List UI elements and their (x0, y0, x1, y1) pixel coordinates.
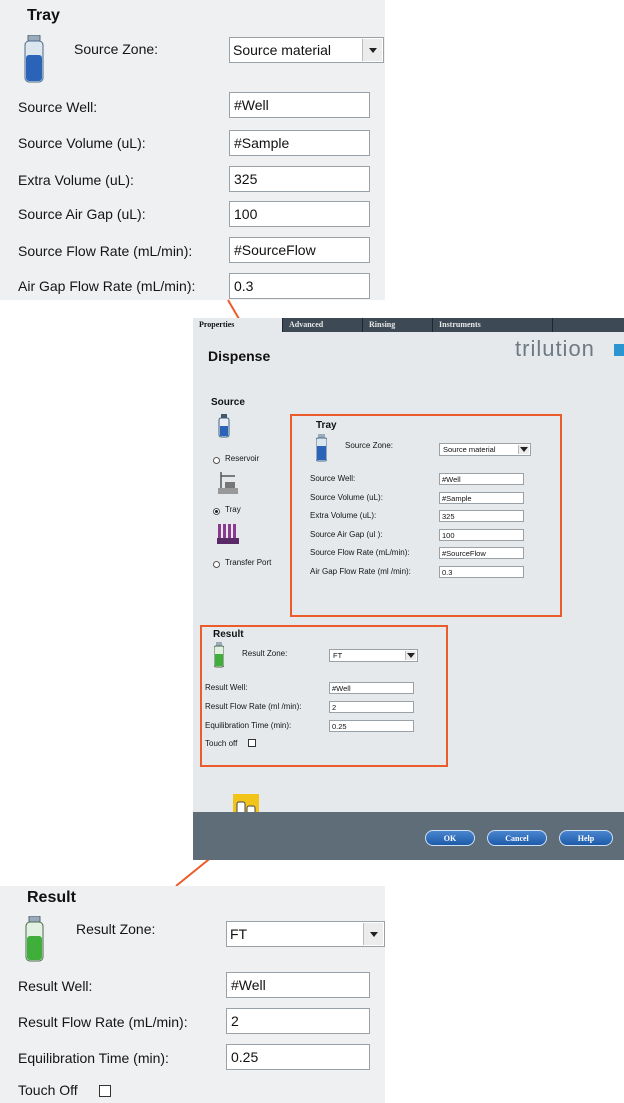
page-title: Dispense (208, 348, 271, 364)
tray-source-zone-select[interactable]: Source material (439, 443, 531, 456)
equilibration-time-field[interactable]: 0.25 (226, 1044, 370, 1070)
touch-off-checkbox[interactable] (99, 1085, 111, 1097)
tab-properties[interactable]: Properties (193, 318, 283, 332)
touch-off-label: Touch Off (18, 1082, 78, 1098)
tab-bar: Properties Advanced Rinsing Instruments (193, 318, 624, 332)
result-well-label: Result Well: (18, 978, 93, 994)
tray-air-gap-flow-field[interactable]: 0.3 (439, 566, 524, 578)
result-zone-value: FT (230, 926, 248, 942)
radio-reservoir[interactable] (213, 457, 220, 464)
tray-source-well-label: Source Well: (310, 474, 356, 483)
reservoir-label: Reservoir (225, 454, 260, 463)
result-well-label: Result Well: (205, 683, 248, 692)
tray-air-gap-field[interactable]: 100 (439, 529, 524, 541)
touch-off-label: Touch off (205, 739, 238, 748)
brand-name: trilution (515, 336, 595, 361)
result-flow-rate-label: Result Flow Rate (ml /min): (205, 702, 302, 711)
chevron-down-icon[interactable] (363, 923, 383, 945)
tray-air-gap-label: Source Air Gap (ul ): (310, 530, 383, 539)
chevron-down-icon[interactable] (518, 445, 529, 454)
radio-tray[interactable] (213, 508, 220, 515)
trilution-logo-icon (614, 344, 624, 356)
tray-option-label: Tray (225, 505, 241, 514)
result-zone-label: Result Zone: (242, 649, 288, 658)
result-flow-rate-field[interactable]: 2 (329, 701, 414, 713)
green-bottle-icon (214, 642, 224, 668)
blue-bottle-icon (316, 434, 327, 462)
chevron-down-icon[interactable] (405, 651, 416, 660)
result-zone-label: Result Zone: (76, 921, 156, 937)
tray-extra-volume-field[interactable]: 325 (439, 510, 524, 522)
result-zone-value: FT (333, 651, 343, 660)
result-flow-rate-field[interactable]: 2 (226, 1008, 370, 1034)
result-zoom-panel: Result Result Zone: FT Result Well: #Wel… (0, 886, 385, 1103)
equilibration-time-label: Equilibration Time (min): (18, 1050, 169, 1066)
tray-source-well-field[interactable]: #Well (439, 473, 524, 485)
tray-section-title: Tray (316, 420, 337, 431)
result-title: Result (27, 889, 76, 906)
result-section-title: Result (213, 629, 244, 640)
tray-source-volume-field[interactable]: #Sample (439, 492, 524, 504)
tab-advanced[interactable]: Advanced (283, 318, 363, 332)
tray-source-volume-label: Source Volume (uL): (310, 493, 383, 502)
result-zone-select[interactable]: FT (226, 921, 385, 947)
touch-off-checkbox[interactable] (248, 739, 256, 747)
ok-button[interactable]: OK (425, 830, 475, 846)
radio-transfer-port[interactable] (213, 561, 220, 568)
window-footer: OK Cancel Help (193, 812, 624, 860)
help-button[interactable]: Help (559, 830, 613, 846)
tab-instruments[interactable]: Instruments (433, 318, 553, 332)
equilibration-time-field[interactable]: 0.25 (329, 720, 414, 732)
result-well-field[interactable]: #Well (329, 682, 414, 694)
tab-rinsing[interactable]: Rinsing (363, 318, 433, 332)
dispense-window: Properties Advanced Rinsing Instruments … (193, 318, 624, 860)
source-heading: Source (211, 397, 245, 408)
result-zone-select[interactable]: FT (329, 649, 418, 662)
green-bottle-icon (25, 916, 44, 962)
tray-flow-rate-field[interactable]: #SourceFlow (439, 547, 524, 559)
result-well-field[interactable]: #Well (226, 972, 370, 998)
result-flow-rate-label: Result Flow Rate (mL/min): (18, 1014, 188, 1030)
cancel-button[interactable]: Cancel (487, 830, 547, 846)
transfer-port-label: Transfer Port (225, 558, 272, 567)
equilibration-time-label: Equilibration Time (min): (205, 721, 292, 730)
tray-source-zone-value: Source material (443, 445, 496, 454)
tray-extra-volume-label: Extra Volume (uL): (310, 511, 377, 520)
tray-source-zone-label: Source Zone: (345, 441, 394, 450)
transfer-port-icon (217, 524, 239, 544)
tray-rack-icon (218, 472, 238, 494)
tray-air-gap-flow-label: Air Gap Flow Rate (ml /min): (310, 567, 411, 576)
reservoir-bottle-icon (218, 414, 230, 438)
tray-flow-rate-label: Source Flow Rate (mL/min): (310, 548, 410, 557)
